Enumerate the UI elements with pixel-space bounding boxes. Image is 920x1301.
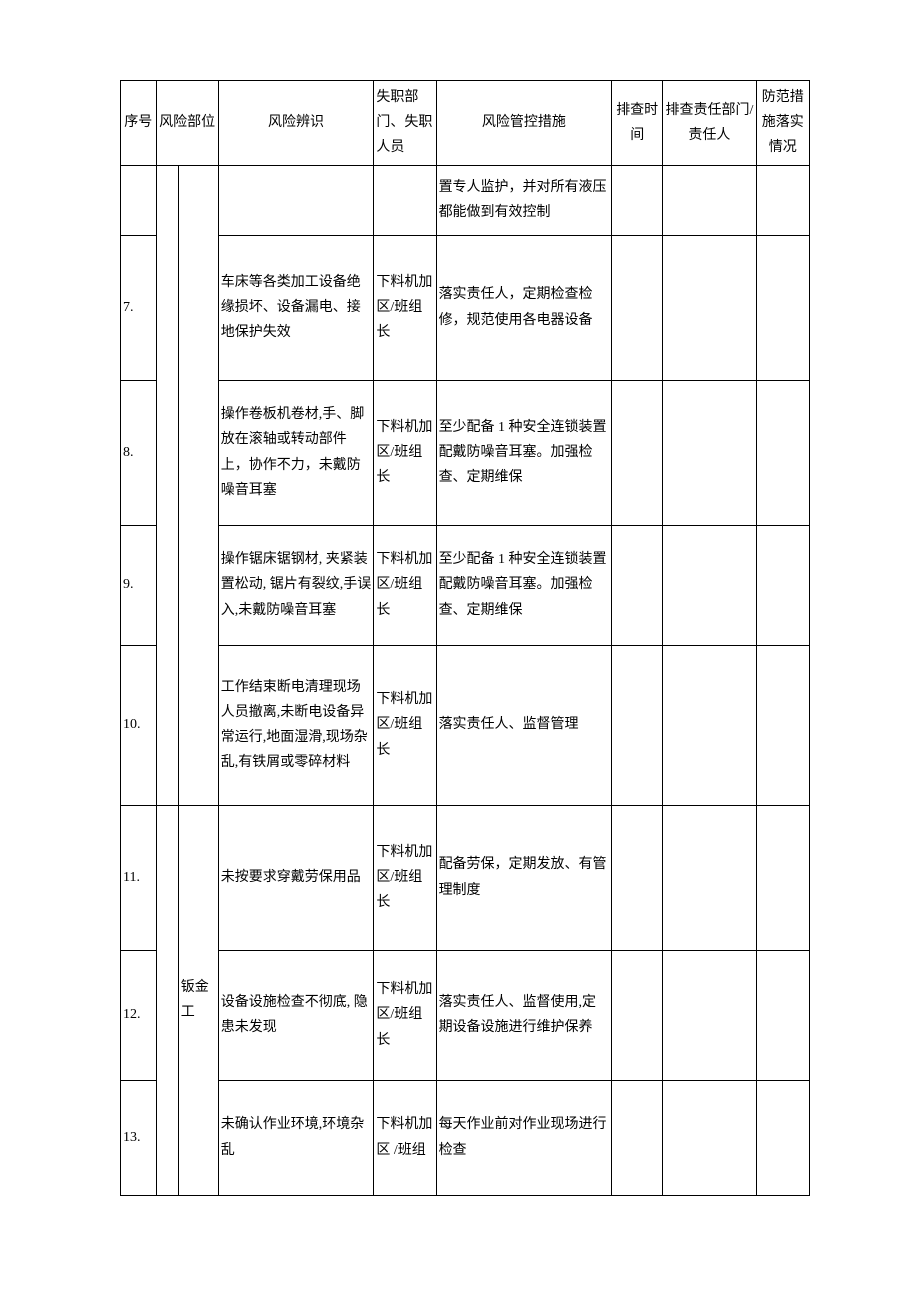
cell-stat: [756, 380, 809, 525]
cell-resp: [663, 805, 756, 950]
table-row: 12. 设备设施检查不彻底, 隐患未发现 下料机加区/班组长 落实责任人、监督使…: [121, 950, 810, 1080]
cell-time: [612, 525, 663, 645]
cell-time: [612, 165, 663, 235]
cell-dept: 下料机加区/班组长: [374, 805, 436, 950]
cell-ctrl: 落实责任人、监督管理: [436, 645, 612, 805]
header-risk: 风险辨识: [218, 81, 374, 166]
cell-loc-a: [156, 805, 178, 1195]
cell-time: [612, 1080, 663, 1195]
header-resp: 排查责任部门/责任人: [663, 81, 756, 166]
cell-stat: [756, 1080, 809, 1195]
header-stat: 防范措施落实情况: [756, 81, 809, 166]
cell-ctrl: 每天作业前对作业现场进行检查: [436, 1080, 612, 1195]
table-row: 8. 操作卷板机卷材,手、脚放在滚轴或转动部件上，协作不力，未戴防噪音耳塞 下料…: [121, 380, 810, 525]
cell-dept: 下料机加 区 /班组: [374, 1080, 436, 1195]
cell-dept: [374, 165, 436, 235]
cell-seq: 13.: [121, 1080, 157, 1195]
cell-risk: 车床等各类加工设备绝缘损坏、设备漏电、接地保护失效: [218, 235, 374, 380]
cell-risk: 操作卷板机卷材,手、脚放在滚轴或转动部件上，协作不力，未戴防噪音耳塞: [218, 380, 374, 525]
table-row: 11. 钣金工 未按要求穿戴劳保用品 下料机加区/班组长 配备劳保，定期发放、有…: [121, 805, 810, 950]
cell-dept: 下料机加区/班组长: [374, 525, 436, 645]
cell-dept: 下料机加区/班组长: [374, 645, 436, 805]
table-header-row: 序号 风险部位 风险辨识 失职部门、失职人员 风险管控措施 排查时间 排查责任部…: [121, 81, 810, 166]
cell-risk: 设备设施检查不彻底, 隐患未发现: [218, 950, 374, 1080]
cell-ctrl: 落实责任人，定期检查检修，规范使用各电器设备: [436, 235, 612, 380]
cell-risk: 工作结束断电清理现场人员撤离,未断电设备异常运行,地面湿滑,现场杂乱,有铁屑或零…: [218, 645, 374, 805]
cell-seq: 7.: [121, 235, 157, 380]
cell-dept: 下料机加区/班组长: [374, 950, 436, 1080]
cell-stat: [756, 165, 809, 235]
cell-ctrl: 至少配备 1 种安全连锁装置 配戴防噪音耳塞。加强检查、定期维保: [436, 380, 612, 525]
cell-seq: [121, 165, 157, 235]
table-row: 13. 未确认作业环境,环境杂乱 下料机加 区 /班组 每天作业前对作业现场进行…: [121, 1080, 810, 1195]
cell-stat: [756, 805, 809, 950]
cell-ctrl: 置专人监护，并对所有液压都能做到有效控制: [436, 165, 612, 235]
cell-loc-b: 钣金工: [178, 805, 218, 1195]
cell-seq: 8.: [121, 380, 157, 525]
header-loc: 风险部位: [156, 81, 218, 166]
cell-dept: 下料机加区/班组长: [374, 235, 436, 380]
cell-stat: [756, 645, 809, 805]
table-row: 10. 工作结束断电清理现场人员撤离,未断电设备异常运行,地面湿滑,现场杂乱,有…: [121, 645, 810, 805]
cell-stat: [756, 235, 809, 380]
cell-ctrl: 至少配备 1 种安全连锁装置 配戴防噪音耳塞。加强检查、定期维保: [436, 525, 612, 645]
cell-seq: 12.: [121, 950, 157, 1080]
header-ctrl: 风险管控措施: [436, 81, 612, 166]
cell-risk: [218, 165, 374, 235]
cell-dept: 下料机加区/班组长: [374, 380, 436, 525]
cell-ctrl: 配备劳保，定期发放、有管理制度: [436, 805, 612, 950]
header-time: 排查时间: [612, 81, 663, 166]
risk-table: 序号 风险部位 风险辨识 失职部门、失职人员 风险管控措施 排查时间 排查责任部…: [120, 80, 810, 1196]
cell-time: [612, 950, 663, 1080]
cell-risk: 未按要求穿戴劳保用品: [218, 805, 374, 950]
table-row: 置专人监护，并对所有液压都能做到有效控制: [121, 165, 810, 235]
header-dept: 失职部门、失职人员: [374, 81, 436, 166]
cell-resp: [663, 1080, 756, 1195]
cell-time: [612, 805, 663, 950]
table-row: 7. 车床等各类加工设备绝缘损坏、设备漏电、接地保护失效 下料机加区/班组长 落…: [121, 235, 810, 380]
table-row: 9. 操作锯床锯钢材, 夹紧装置松动, 锯片有裂纹,手误入,未戴防噪音耳塞 下料…: [121, 525, 810, 645]
cell-risk: 操作锯床锯钢材, 夹紧装置松动, 锯片有裂纹,手误入,未戴防噪音耳塞: [218, 525, 374, 645]
cell-loc-b: [178, 165, 218, 805]
cell-time: [612, 380, 663, 525]
cell-time: [612, 235, 663, 380]
cell-resp: [663, 645, 756, 805]
cell-stat: [756, 525, 809, 645]
cell-resp: [663, 380, 756, 525]
cell-seq: 10.: [121, 645, 157, 805]
cell-time: [612, 645, 663, 805]
cell-ctrl: 落实责任人、监督使用,定期设备设施进行维护保养: [436, 950, 612, 1080]
cell-loc-a: [156, 165, 178, 805]
cell-resp: [663, 165, 756, 235]
cell-seq: 9.: [121, 525, 157, 645]
cell-stat: [756, 950, 809, 1080]
header-seq: 序号: [121, 81, 157, 166]
cell-resp: [663, 235, 756, 380]
cell-resp: [663, 950, 756, 1080]
cell-resp: [663, 525, 756, 645]
cell-risk: 未确认作业环境,环境杂乱: [218, 1080, 374, 1195]
cell-seq: 11.: [121, 805, 157, 950]
document-page: 序号 风险部位 风险辨识 失职部门、失职人员 风险管控措施 排查时间 排查责任部…: [0, 0, 920, 1301]
